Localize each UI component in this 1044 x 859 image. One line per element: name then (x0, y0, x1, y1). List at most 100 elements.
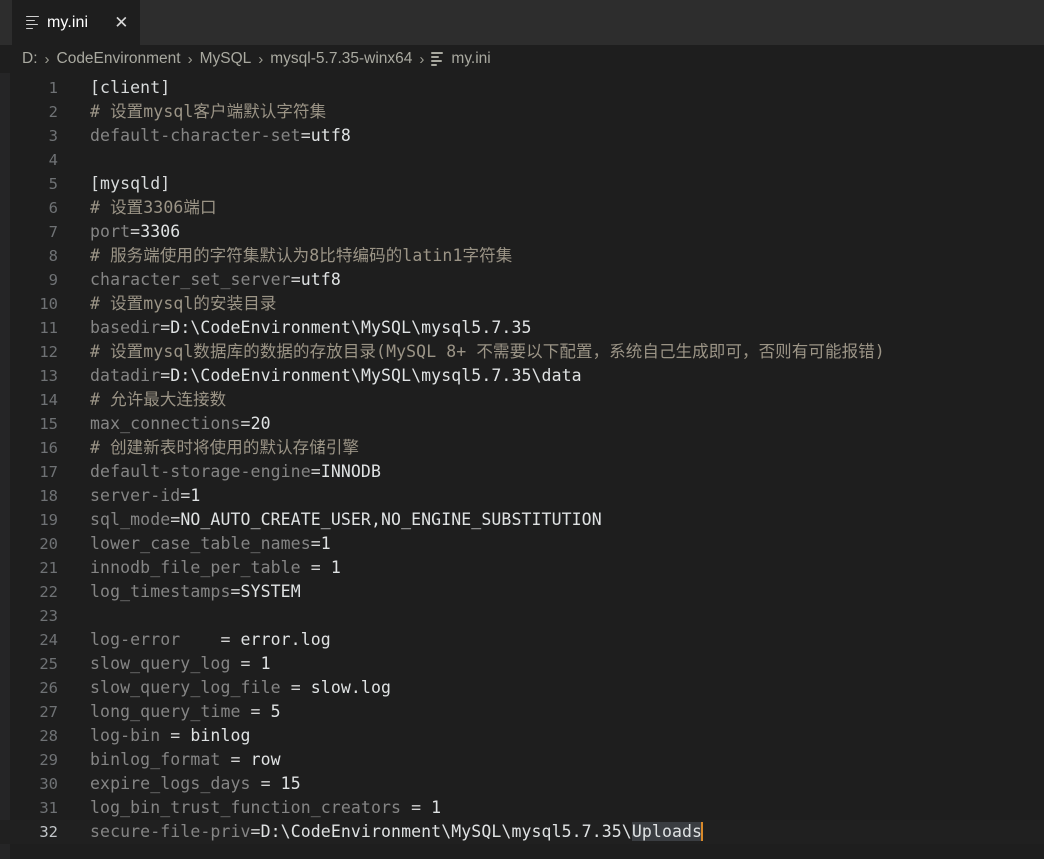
line-content[interactable]: default-character-set=utf8 (58, 124, 351, 148)
breadcrumb-item-codeenvironment[interactable]: CodeEnvironment (57, 50, 181, 68)
ini-value: 1 (190, 486, 201, 505)
tab-bar-right-padding (140, 0, 1044, 45)
code-line[interactable]: 16 # 创建新表时将使用的默认存储引擎 (0, 436, 1044, 460)
code-line[interactable]: 29 binlog_format = row (0, 748, 1044, 772)
code-line[interactable]: 27 long_query_time = 5 (0, 700, 1044, 724)
code-line[interactable]: 14 # 允许最大连接数 (0, 388, 1044, 412)
breadcrumb-item-mysql[interactable]: MySQL (200, 50, 252, 68)
line-number: 28 (39, 727, 58, 745)
ini-key: log_bin_trust_function_creators (90, 798, 402, 817)
code-line[interactable]: 13 datadir=D:\CodeEnvironment\MySQL\mysql… (0, 364, 1044, 388)
line-number: 14 (39, 391, 58, 409)
line-content[interactable]: basedir=D:\CodeEnvironment\MySQL\mysql5.… (58, 316, 532, 340)
tab-my-ini[interactable]: my.ini ✕ (12, 0, 141, 45)
line-content[interactable]: secure-file-priv=D:\CodeEnvironment\MySQ… (58, 820, 704, 844)
line-content[interactable]: sql_mode=NO_AUTO_CREATE_USER,NO_ENGINE_S… (58, 508, 602, 532)
line-content[interactable]: log-bin = binlog (58, 724, 251, 748)
line-content[interactable]: [mysqld] (58, 172, 170, 196)
ini-section-header: [client] (90, 78, 171, 97)
line-content[interactable]: # 允许最大连接数 (58, 388, 226, 412)
line-number: 23 (39, 607, 58, 625)
line-number: 25 (39, 655, 58, 673)
ini-section-header: [mysqld] (90, 174, 171, 193)
line-content[interactable]: log_timestamps=SYSTEM (58, 580, 301, 604)
code-line[interactable]: 7 port=3306 (0, 220, 1044, 244)
line-content[interactable]: long_query_time = 5 (58, 700, 281, 724)
line-content[interactable]: expire_logs_days = 15 (58, 772, 301, 796)
ini-value: NO_AUTO_CREATE_USER,NO_ENGINE_SUBSTITUTI… (180, 510, 602, 529)
ini-operator: = (310, 462, 321, 481)
line-content[interactable]: max_connections=20 (58, 412, 271, 436)
line-content[interactable]: slow_query_log_file = slow.log (58, 676, 391, 700)
line-content[interactable]: port=3306 (58, 220, 180, 244)
line-number: 17 (39, 463, 58, 481)
file-lines-icon (431, 52, 444, 66)
code-line[interactable]: 23 (0, 604, 1044, 628)
line-content[interactable]: default-storage-engine=INNODB (58, 460, 381, 484)
line-content[interactable]: log-error = error.log (58, 628, 331, 652)
code-line[interactable]: 10 # 设置mysql的安装目录 (0, 292, 1044, 316)
line-number: 6 (48, 199, 58, 217)
line-content[interactable]: datadir=D:\CodeEnvironment\MySQL\mysql5.… (58, 364, 582, 388)
ini-value: SYSTEM (240, 582, 301, 601)
line-content[interactable]: # 设置mysql数据库的数据的存放目录(MySQL 8+ 不需要以下配置，系统… (58, 340, 885, 364)
line-content[interactable]: character_set_server=utf8 (58, 268, 341, 292)
ini-value: 20 (250, 414, 271, 433)
code-lines[interactable]: 1 [client] 2 # 设置mysql客户端默认字符集 3 default-char… (0, 73, 1044, 859)
code-line[interactable]: 22 log_timestamps=SYSTEM (0, 580, 1044, 604)
ini-key: log-error (90, 630, 181, 649)
line-content[interactable]: binlog_format = row (58, 748, 281, 772)
code-line[interactable]: 1 [client] (0, 76, 1044, 100)
ini-value: D:\CodeEnvironment\MySQL\mysql5.7.35 (170, 318, 532, 337)
ini-operator: = (280, 678, 311, 697)
code-line[interactable]: 4 (0, 148, 1044, 172)
close-icon[interactable]: ✕ (96, 14, 128, 31)
ini-value: D:\CodeEnvironment\MySQL\mysql5.7.35\dat… (170, 366, 582, 385)
breadcrumb-item-mysql-5-7-35-winx64[interactable]: mysql-5.7.35-winx64 (270, 50, 412, 68)
line-content[interactable]: # 设置mysql的安装目录 (58, 292, 276, 316)
ini-key: max_connections (90, 414, 241, 433)
code-line[interactable]: 17 default-storage-engine=INNODB (0, 460, 1044, 484)
line-content[interactable]: server-id=1 (58, 484, 200, 508)
line-content[interactable] (58, 148, 100, 172)
code-line[interactable]: 24 log-error = error.log (0, 628, 1044, 652)
line-content[interactable]: # 设置3306端口 (58, 196, 217, 220)
line-content[interactable]: innodb_file_per_table = 1 (58, 556, 341, 580)
line-content[interactable]: # 创建新表时将使用的默认存储引擎 (58, 436, 359, 460)
code-line[interactable]: 6 # 设置3306端口 (0, 196, 1044, 220)
code-line[interactable]: 8 # 服务端使用的字符集默认为8比特编码的latin1字符集 (0, 244, 1044, 268)
line-content[interactable]: log_bin_trust_function_creators = 1 (58, 796, 441, 820)
code-line[interactable]: 32 secure-file-priv=D:\CodeEnvironment\My… (0, 820, 1044, 844)
line-content[interactable]: [client] (58, 76, 170, 100)
code-line[interactable]: 5 [mysqld] (0, 172, 1044, 196)
ini-key: expire_logs_days (90, 774, 251, 793)
code-line[interactable]: 26 slow_query_log_file = slow.log (0, 676, 1044, 700)
ini-operator: = (310, 534, 321, 553)
breadcrumb-item-drive[interactable]: D: (22, 50, 38, 68)
line-content[interactable]: slow_query_log = 1 (58, 652, 271, 676)
code-editor[interactable]: 1 [client] 2 # 设置mysql客户端默认字符集 3 default-char… (0, 73, 1044, 859)
line-content[interactable]: lower_case_table_names=1 (58, 532, 331, 556)
ini-value: binlog (190, 726, 251, 745)
code-line[interactable]: 31 log_bin_trust_function_creators = 1 (0, 796, 1044, 820)
breadcrumb-item-file[interactable]: my.ini (431, 50, 491, 68)
code-line[interactable]: 12 # 设置mysql数据库的数据的存放目录(MySQL 8+ 不需要以下配置，… (0, 340, 1044, 364)
code-line[interactable]: 19 sql_mode=NO_AUTO_CREATE_USER,NO_ENGINE… (0, 508, 1044, 532)
code-line[interactable]: 11 basedir=D:\CodeEnvironment\MySQL\mysql… (0, 316, 1044, 340)
ini-comment: # 设置mysql客户端默认字符集 (90, 102, 327, 121)
code-line[interactable]: 30 expire_logs_days = 15 (0, 772, 1044, 796)
code-line[interactable]: 9 character_set_server=utf8 (0, 268, 1044, 292)
code-line[interactable]: 20 lower_case_table_names=1 (0, 532, 1044, 556)
code-line[interactable]: 18 server-id=1 (0, 484, 1044, 508)
code-line[interactable]: 28 log-bin = binlog (0, 724, 1044, 748)
code-line[interactable]: 25 slow_query_log = 1 (0, 652, 1044, 676)
ini-key: port (90, 222, 131, 241)
line-content[interactable] (58, 604, 100, 628)
code-line[interactable]: 15 max_connections=20 (0, 412, 1044, 436)
code-line[interactable]: 21 innodb_file_per_table = 1 (0, 556, 1044, 580)
line-content[interactable]: # 服务端使用的字符集默认为8比特编码的latin1字符集 (58, 244, 512, 268)
code-line[interactable]: 2 # 设置mysql客户端默认字符集 (0, 100, 1044, 124)
line-content[interactable]: # 设置mysql客户端默认字符集 (58, 100, 326, 124)
code-line[interactable]: 3 default-character-set=utf8 (0, 124, 1044, 148)
line-number: 30 (39, 775, 58, 793)
